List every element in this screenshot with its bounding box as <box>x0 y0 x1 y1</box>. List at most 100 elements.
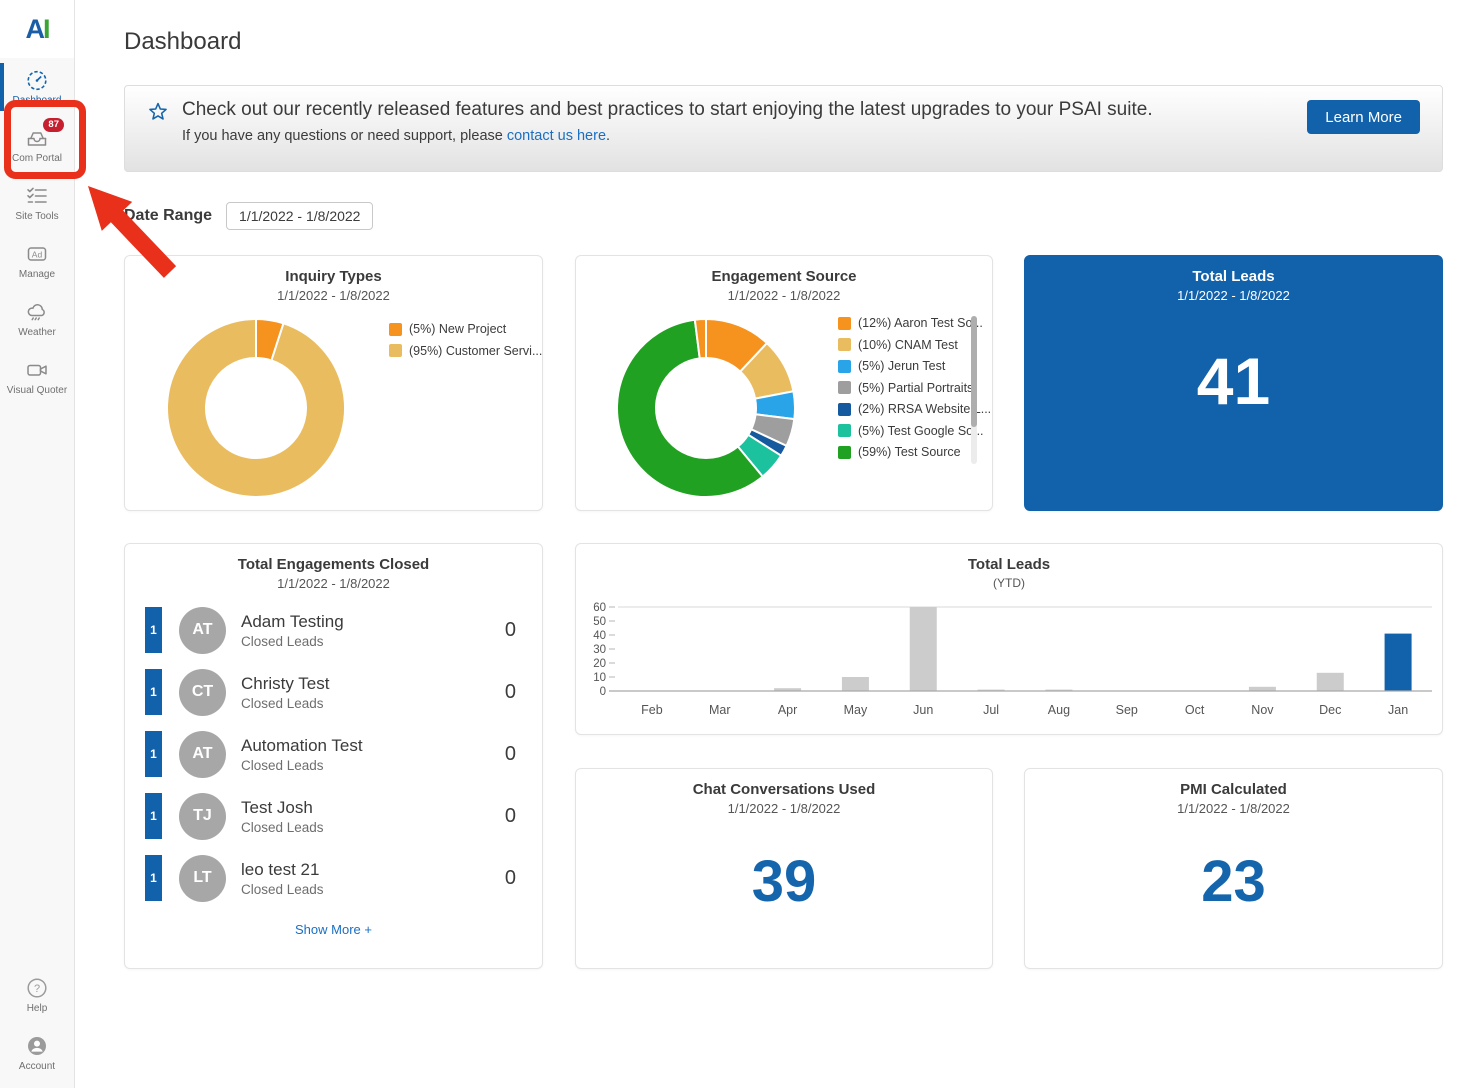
closed-leads-value: 0 <box>505 681 516 704</box>
user-name: Christy Test <box>241 674 505 694</box>
sidebar-item-label: Manage <box>19 269 55 280</box>
legend-item[interactable]: (5%) Jerun Test <box>838 359 991 373</box>
legend-swatch <box>838 446 851 459</box>
date-range-label: Date Range <box>124 207 212 225</box>
legend-item[interactable]: (2%) RRSA Website L... <box>838 402 991 416</box>
chat-conversations-title: Chat Conversations Used <box>576 781 992 798</box>
bar-dec[interactable] <box>1317 673 1344 691</box>
star-icon <box>147 101 169 128</box>
total-leads-card: Total Leads 1/1/2022 - 1/8/2022 41 <box>1024 255 1443 511</box>
legend-swatch <box>838 403 851 416</box>
total-leads-ytd-card: 0102030405060FebMarAprMayJunJulAugSepOct… <box>575 543 1443 735</box>
active-indicator <box>0 121 4 169</box>
legend-swatch <box>838 338 851 351</box>
show-more-link[interactable]: Show More + <box>125 922 542 937</box>
legend-item[interactable]: (95%) Customer Servi... <box>389 344 542 358</box>
engagement-source-legend: (12%) Aaron Test So... (10%) CNAM Test (5%… <box>838 316 991 467</box>
chart-tick-label: 10 <box>593 672 606 684</box>
cloud-icon <box>24 300 50 324</box>
sidebar: AI Dashboard87Com Portal Site Tools AdMana… <box>0 0 75 1088</box>
legend-label: (5%) Test Google So... <box>858 424 984 438</box>
chat-conversations-subtitle: 1/1/2022 - 1/8/2022 <box>576 801 992 816</box>
bar-may[interactable] <box>842 677 869 691</box>
legend-item[interactable]: (12%) Aaron Test So... <box>838 316 991 330</box>
pmi-calculated-card: PMI Calculated 1/1/2022 - 1/8/2022 23 <box>1024 768 1443 969</box>
date-range-input[interactable]: 1/1/2022 - 1/8/2022 <box>226 202 373 230</box>
app-logo[interactable]: AI <box>0 0 74 58</box>
engagement-row[interactable]: 1LTleo test 21Closed Leads0 <box>125 847 542 909</box>
legend-scrollbar-thumb[interactable] <box>971 316 977 427</box>
engagement-row[interactable]: 1CTChristy TestClosed Leads0 <box>125 661 542 723</box>
engagement-row[interactable]: 1ATAdam TestingClosed Leads0 <box>125 599 542 661</box>
chart-tick-label: 20 <box>593 658 606 670</box>
rank-tag: 1 <box>145 607 162 653</box>
donut-slice-customer-service[interactable] <box>167 319 345 497</box>
active-indicator <box>0 971 4 1019</box>
sidebar-item-weather[interactable]: Weather <box>0 290 74 348</box>
user-name: Test Josh <box>241 798 505 818</box>
engagement-row[interactable]: 1ATAutomation TestClosed Leads0 <box>125 723 542 785</box>
dashboard-screen: AI Dashboard87Com PortalSite ToolsAdMana… <box>0 0 1479 1088</box>
sidebar-item-site-tools[interactable]: Site Tools <box>0 174 74 232</box>
chart-tick-label: 40 <box>593 630 606 642</box>
rank-tag: 1 <box>145 669 162 715</box>
chart-tick-label: Nov <box>1251 703 1274 717</box>
legend-swatch <box>838 360 851 373</box>
engagements-list: 1ATAdam TestingClosed Leads01CTChristy T… <box>125 599 542 909</box>
contact-us-link[interactable]: contact us here <box>507 128 606 144</box>
sidebar-item-label: Visual Quoter <box>7 385 67 396</box>
closed-leads-label: Closed Leads <box>241 758 505 773</box>
legend-item[interactable]: (5%) Partial Portraits <box>838 381 991 395</box>
page-title: Dashboard <box>124 28 241 56</box>
filters-bar: Date Range 1/1/2022 - 1/8/2022 <box>124 202 373 230</box>
legend-swatch <box>838 317 851 330</box>
sidebar-item-label: Help <box>27 1003 48 1014</box>
active-indicator <box>0 295 4 343</box>
chart-tick-label: Aug <box>1048 703 1070 717</box>
legend-scrollbar[interactable] <box>971 316 977 464</box>
sidebar-item-dashboard[interactable]: Dashboard <box>0 58 74 116</box>
sidebar-item-account[interactable]: Account <box>0 1024 74 1082</box>
learn-more-button[interactable]: Learn More <box>1307 100 1420 134</box>
chart-tick-label: Jul <box>983 703 999 717</box>
legend-swatch <box>389 344 402 357</box>
logo-letter-i: I <box>43 14 49 45</box>
closed-leads-label: Closed Leads <box>241 820 505 835</box>
sidebar-item-label: Com Portal <box>12 153 62 164</box>
bar-jun[interactable] <box>910 607 937 691</box>
user-name: Adam Testing <box>241 612 505 632</box>
banner-support-suffix: . <box>606 128 610 144</box>
sidebar-item-com-portal[interactable]: 87Com Portal <box>0 116 74 174</box>
closed-leads-value: 0 <box>505 867 516 890</box>
inquiry-types-subtitle: 1/1/2022 - 1/8/2022 <box>125 288 542 303</box>
checklist-icon <box>24 184 50 208</box>
legend-item[interactable]: (5%) Test Google So... <box>838 424 991 438</box>
engagements-title: Total Engagements Closed <box>125 556 542 573</box>
sidebar-item-visual-quoter[interactable]: Visual Quoter <box>0 348 74 406</box>
active-indicator <box>0 1029 4 1077</box>
closed-leads-value: 0 <box>505 805 516 828</box>
ytd-title: Total Leads <box>576 556 1442 573</box>
inquiry-types-legend: (5%) New Project (95%) Customer Servi... <box>389 322 542 365</box>
svg-text:?: ? <box>34 983 40 995</box>
sidebar-item-label: Site Tools <box>15 211 58 222</box>
sidebar-item-manage[interactable]: AdManage <box>0 232 74 290</box>
pmi-calculated-title: PMI Calculated <box>1025 781 1442 798</box>
engagement-row[interactable]: 1TJTest JoshClosed Leads0 <box>125 785 542 847</box>
banner-support-prefix: If you have any questions or need suppor… <box>182 128 507 144</box>
sidebar-item-help[interactable]: ? Help <box>0 966 74 1024</box>
banner-support-line: If you have any questions or need suppor… <box>182 128 1277 144</box>
legend-item[interactable]: (10%) CNAM Test <box>838 338 991 352</box>
engagement-user: Adam TestingClosed Leads <box>241 612 505 649</box>
banner-text: Check out our recently released features… <box>182 98 1277 144</box>
avatar: AT <box>179 607 226 654</box>
legend-label: (5%) New Project <box>409 322 506 336</box>
active-indicator <box>0 179 4 227</box>
legend-item[interactable]: (59%) Test Source <box>838 445 991 459</box>
legend-label: (10%) CNAM Test <box>858 338 958 352</box>
pmi-calculated-value: 23 <box>1025 848 1442 915</box>
chart-tick-label: Apr <box>778 703 797 717</box>
legend-item[interactable]: (5%) New Project <box>389 322 542 336</box>
bar-jan[interactable] <box>1385 634 1412 691</box>
chart-tick-label: 0 <box>600 686 606 698</box>
